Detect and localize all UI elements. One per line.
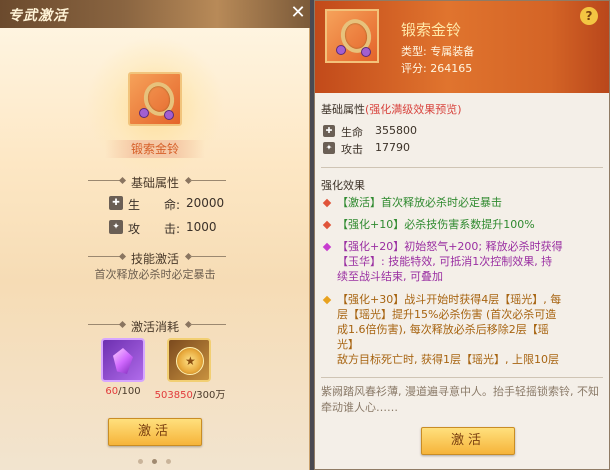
- effect-line: 层【瑶光】提升15%必杀伤害 (首次必杀可造: [337, 308, 557, 321]
- effect-line: 【玉华】: 技能特效, 可抵消1次控制效果, 持: [337, 255, 553, 268]
- close-button[interactable]: ✕: [288, 2, 308, 24]
- bullet-icon: [322, 220, 332, 230]
- coin-need: /300万: [192, 390, 226, 401]
- attack-icon: ✦: [323, 142, 335, 154]
- effect-line: 【强化+20】初始怒气+200; 释放必杀时获得: [337, 240, 563, 253]
- page-indicator-dot[interactable]: [166, 459, 171, 464]
- attr-value-hp: 20000: [186, 196, 225, 210]
- help-icon[interactable]: ?: [580, 7, 598, 25]
- crystal-have: 60: [105, 386, 119, 397]
- bell-shape: [336, 45, 346, 55]
- coin-have: 503850: [154, 390, 193, 401]
- crystal-count: 60/100: [96, 386, 150, 397]
- crystal-icon: [113, 348, 133, 374]
- coin-item-slot[interactable]: ★: [167, 338, 211, 382]
- item-score: 评分: 264165: [401, 62, 473, 75]
- activation-panel: 专武激活 ✕ 锻索金铃 基础属性 ✚ 生 命: 20000 ✦ 攻 击: 100…: [0, 0, 310, 470]
- item-tooltip-panel: 锻索金铃 类型: 专属装备 评分: 264165 ? 基础属性(强化满级效果预览…: [314, 0, 610, 470]
- attr-label-attack: 攻 击:: [128, 222, 181, 236]
- divider: [190, 256, 226, 257]
- flavor-text: 紫阙踏风春衫薄, 漫道遍寻意中人。抬手轻摇锁索铃, 不知牵动谁人心……: [321, 385, 599, 414]
- attr-label-hp: 生命: [341, 126, 363, 139]
- effect-line: 【激活】首次释放必杀时必定暴击: [337, 196, 502, 209]
- section-title-base-attr: 基础属性: [130, 176, 179, 190]
- attack-icon: ✦: [109, 220, 123, 234]
- activate-button[interactable]: 激活: [108, 418, 202, 446]
- item-name: 锻索金铃: [401, 21, 462, 39]
- effect-title: 强化效果: [321, 179, 365, 192]
- coin-count: 503850/300万: [148, 386, 232, 401]
- item-name: 锻索金铃: [105, 140, 205, 158]
- base-attr-note: (强化满级效果预览): [365, 103, 462, 116]
- base-attr-label: 基础属性: [321, 103, 365, 116]
- attr-value-hp: 355800: [375, 124, 417, 137]
- panel-title: 专武激活: [8, 8, 68, 24]
- bullet-icon: [322, 242, 332, 252]
- effect-line: 敌方目标死亡时, 获得1层【瑶光】, 上限10层: [337, 353, 559, 366]
- effect-line: 光】: [337, 338, 359, 351]
- divider: [190, 324, 226, 325]
- item-type: 类型: 专属装备: [401, 45, 475, 58]
- divider: [190, 180, 226, 181]
- bell-shape: [139, 108, 149, 118]
- base-attr-title: 基础属性(强化满级效果预览): [321, 101, 462, 117]
- attr-value-attack: 17790: [375, 141, 410, 154]
- section-title-cost: 激活消耗: [130, 320, 179, 334]
- coin-icon: ★: [176, 347, 204, 375]
- effect-line: 续至战斗结束, 可叠加: [337, 270, 443, 283]
- section-title-skill: 技能激活: [130, 252, 179, 266]
- hp-icon: ✚: [109, 196, 123, 210]
- bullet-icon: [322, 198, 332, 208]
- attr-value-attack: 1000: [186, 220, 217, 234]
- page-indicator-dot-active[interactable]: [152, 459, 157, 464]
- divider: [321, 377, 603, 378]
- bell-shape: [361, 47, 371, 57]
- divider: [321, 167, 603, 168]
- effect-line: 成1.6倍伤害), 每次释放必杀后移除2层【瑶: [337, 323, 549, 336]
- attr-label-attack: 攻击: [341, 143, 363, 156]
- ring-bell-icon[interactable]: [128, 72, 182, 126]
- hp-icon: ✚: [323, 125, 335, 137]
- bell-shape: [164, 110, 174, 120]
- bullet-icon: [322, 295, 332, 305]
- skill-description: 首次释放必杀时必定暴击: [94, 268, 216, 281]
- effect-line: 【强化+30】战斗开始时获得4层【瑶光】, 每: [337, 293, 562, 306]
- effect-line: 【强化+10】必杀技伤害系数提升100%: [337, 218, 535, 231]
- attr-label-hp: 生 命:: [128, 198, 181, 212]
- ring-bell-icon: [325, 9, 379, 63]
- activate-button[interactable]: 激活: [421, 427, 515, 455]
- page-indicator-dot[interactable]: [138, 459, 143, 464]
- crystal-need: /100: [118, 386, 141, 397]
- crystal-item-slot[interactable]: [101, 338, 145, 382]
